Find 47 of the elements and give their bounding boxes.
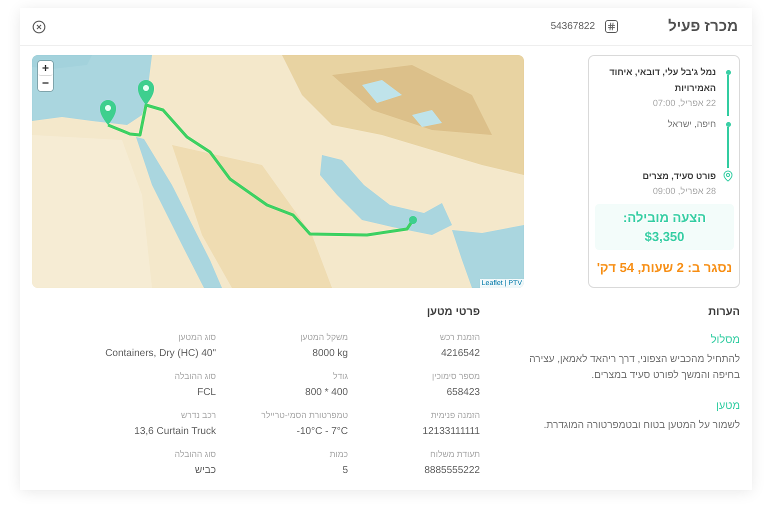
field-label: הזמנה פנימית (430, 410, 480, 420)
field-value: 8000 kg (312, 348, 348, 359)
field-label: סוג ההובלה (174, 449, 216, 459)
stop-time: 28 אפריל, 09:00 (652, 186, 716, 196)
field-label: טמפרטורת הסמי-טריילר (261, 410, 348, 420)
field-label: מספר סימוכין (432, 371, 480, 381)
page-title: מכרז פעיל (668, 18, 738, 35)
hash-icon (605, 20, 618, 33)
section-title: פרטי מטען (426, 306, 480, 318)
location-dot-icon (409, 216, 417, 224)
stop-place: חיפה, ישראל (666, 118, 716, 131)
field-label: משקל המטען (300, 332, 348, 342)
field-value: כביש (194, 465, 216, 476)
stop-time: 22 אפריל, 07:00 (652, 98, 716, 108)
field-value: -10°C - 7°C (296, 426, 348, 437)
field-label: סוג ההובלה (174, 371, 216, 381)
field-label: כמות (330, 449, 348, 459)
map-pin-icon (100, 100, 116, 125)
field-value: Containers, Dry (HC) 40" (105, 348, 216, 359)
field-value: 800 * 400 (305, 387, 348, 398)
field-value: 8885555222 (424, 465, 480, 476)
field-value: 4216542 (441, 348, 480, 359)
field-value: 5 (342, 465, 348, 476)
field-value: 13,6 Curtain Truck (134, 426, 216, 437)
map-pin-icon (138, 80, 154, 105)
field-label: רכב נדרש (181, 410, 216, 420)
field-label: סוג המטען (178, 332, 216, 342)
field-value: FCL (197, 387, 216, 398)
section-title: הערות (707, 306, 740, 318)
note-heading: מסלול (710, 334, 740, 346)
offer-price: $3,350 (644, 229, 684, 244)
zoom-in-button[interactable]: + (38, 61, 53, 76)
map-pin-icon (722, 170, 734, 182)
field-label: הזמנת רכש (440, 332, 480, 342)
note-text: לשמור על המטען בטוח ובטמפרטורה המוגדרת. (542, 418, 740, 433)
stop-place: נמל ג'בל עלי, דובאי, איחוד האמירויות (608, 66, 716, 95)
field-value: 12133111111 (422, 426, 480, 437)
stop-place: פורט סעיד, מצרים (642, 170, 716, 183)
note-text: להתחיל מהכביש הצפוני, דרך ריהאד לאמאן, עצירה בחיפה והמשך לפורט סעיד במצרים. (528, 352, 740, 383)
field-label: גודל (332, 371, 348, 381)
closing-time: נסגר ב: 2 שעות, 54 דק' (596, 260, 734, 275)
tender-number: 54367822 (550, 21, 596, 32)
note-heading: מטען (715, 400, 740, 412)
close-button[interactable] (32, 20, 46, 34)
field-value: 658423 (446, 387, 480, 398)
field-label: תעודת משלוח (430, 449, 480, 459)
offer-label: הצעה מובילה: (622, 210, 706, 225)
